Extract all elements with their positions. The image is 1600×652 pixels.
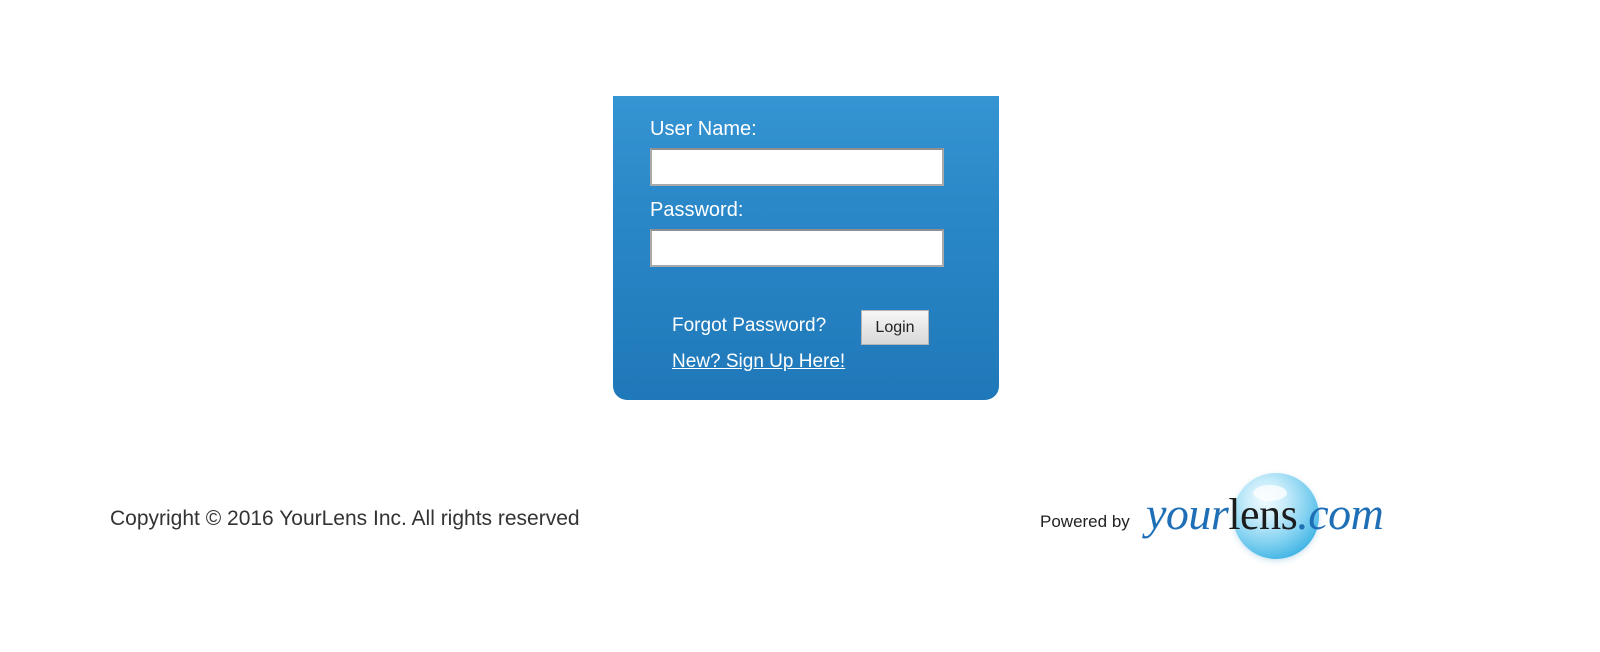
logo-wordmark: yourlens.com bbox=[1146, 487, 1384, 540]
logo-part-com: .com bbox=[1297, 488, 1384, 539]
copyright-text: Copyright © 2016 YourLens Inc. All right… bbox=[110, 507, 580, 530]
username-label: User Name: bbox=[650, 118, 757, 140]
password-label: Password: bbox=[650, 199, 744, 221]
login-page: User Name: Password: Forgot Password? Lo… bbox=[0, 0, 1600, 652]
powered-by-label: Powered by bbox=[1040, 512, 1130, 531]
username-input[interactable] bbox=[650, 148, 944, 186]
forgot-password-link[interactable]: Forgot Password? bbox=[672, 315, 826, 337]
yourlens-logo[interactable]: yourlens.com bbox=[1146, 471, 1406, 563]
logo-part-lens: lens bbox=[1228, 490, 1298, 539]
password-input[interactable] bbox=[650, 229, 944, 267]
login-panel: User Name: Password: Forgot Password? Lo… bbox=[613, 96, 999, 400]
logo-part-your: your bbox=[1146, 488, 1229, 539]
login-button[interactable]: Login bbox=[861, 310, 929, 345]
signup-link[interactable]: New? Sign Up Here! bbox=[672, 351, 845, 373]
